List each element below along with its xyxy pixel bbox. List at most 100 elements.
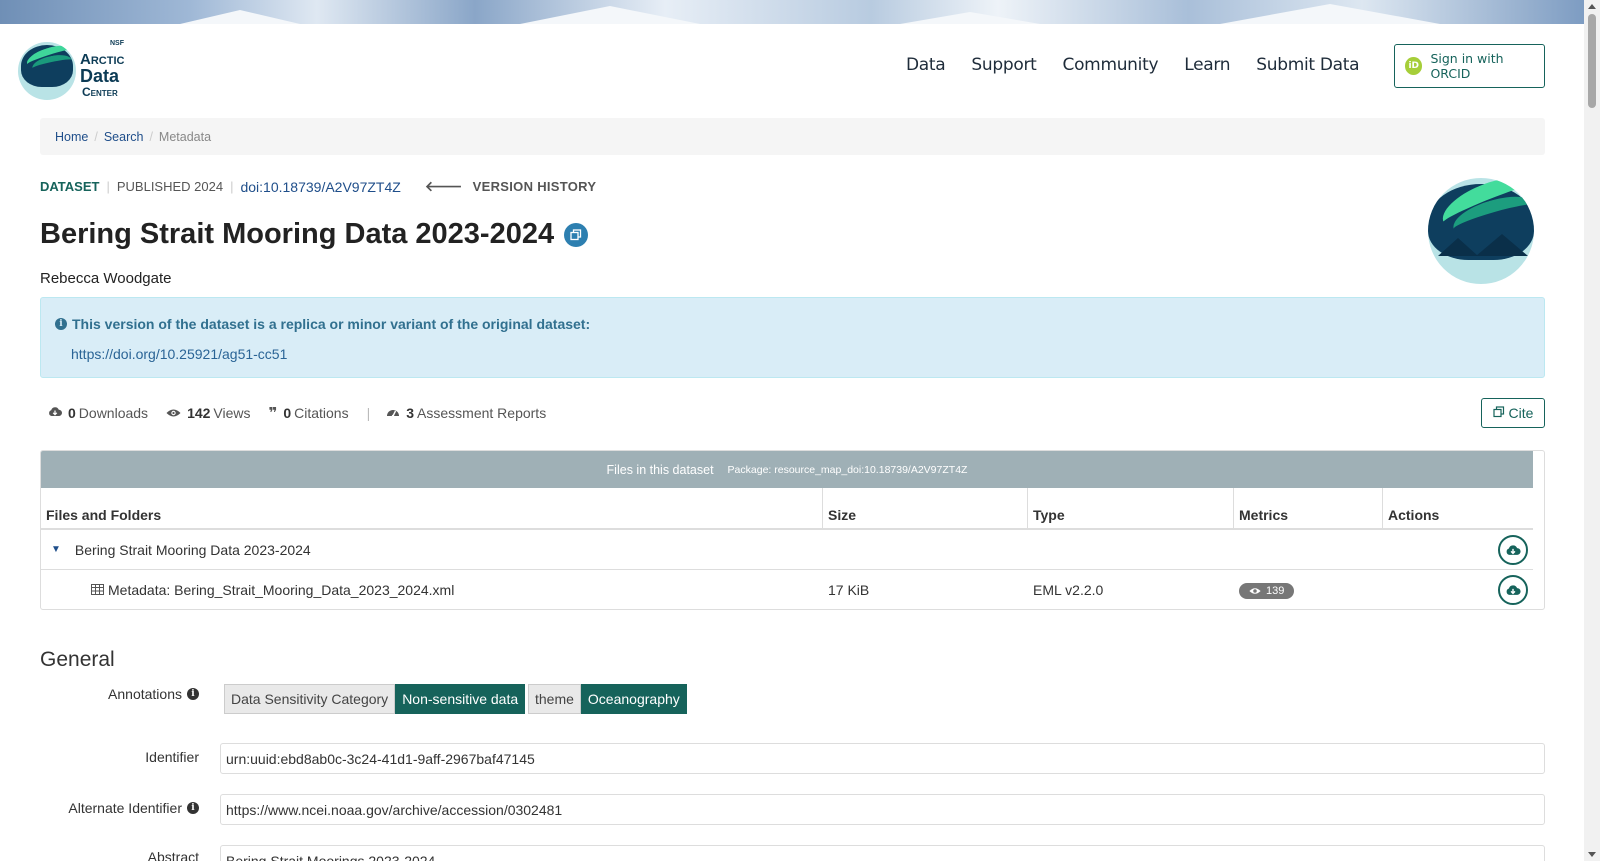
stats-divider: | xyxy=(366,405,371,421)
cloud-download-icon xyxy=(1506,544,1521,555)
info-icon[interactable]: i xyxy=(187,802,199,814)
identifier-field: urn:uuid:ebd8ab0c-3c24-41d1-9aff-2967baf… xyxy=(220,743,1545,774)
original-dataset-link[interactable]: https://doi.org/10.25921/ag51-cc51 xyxy=(71,346,287,362)
citations-label: Citations xyxy=(294,405,349,421)
cite-label: Cite xyxy=(1508,405,1534,421)
arctic-data-center-logo[interactable]: NSF Arctic Data Center xyxy=(18,38,130,100)
dataset-type-label: DATASET xyxy=(40,179,100,194)
scrollbar-thumb[interactable] xyxy=(1588,14,1596,108)
breadcrumb-search[interactable]: Search xyxy=(104,130,144,144)
logo-nsf: NSF xyxy=(110,40,124,47)
general-section-title: General xyxy=(40,648,115,671)
breadcrumb-current: Metadata xyxy=(158,129,212,144)
cloud-download-icon xyxy=(1506,584,1521,595)
folder-name: Bering Strait Mooring Data 2023-2024 xyxy=(74,541,311,558)
annotation-key: Data Sensitivity Category xyxy=(224,684,396,714)
reports-count: 3 xyxy=(406,405,415,421)
file-name: Metadata: Bering_Strait_Mooring_Data_202… xyxy=(108,582,455,598)
column-files-and-folders: Files and Folders xyxy=(41,488,823,528)
table-icon xyxy=(91,582,104,598)
alternate-identifier-field: https://www.ncei.noaa.gov/archive/access… xyxy=(220,794,1545,825)
views-badge: 139 xyxy=(1239,582,1295,599)
dataset-meta-line: DATASET | PUBLISHED 2024 | doi:10.18739/… xyxy=(40,178,596,195)
citations-count: 0 xyxy=(283,405,292,421)
files-table: Files in this dataset Package: resource_… xyxy=(40,450,1545,610)
copy-icon[interactable] xyxy=(564,222,589,247)
alternate-identifier-label-text: Alternate Identifier xyxy=(68,800,182,816)
scroll-down-icon[interactable] xyxy=(1588,852,1596,857)
published-year: PUBLISHED 2024 xyxy=(116,179,224,194)
downloads-count: 0 xyxy=(68,405,76,421)
arrow-left-icon: 🡐 xyxy=(424,178,463,194)
cloud-download-icon xyxy=(48,405,63,421)
alert-text: This version of the dataset is a replica… xyxy=(72,316,591,332)
replica-alert: i This version of the dataset is a repli… xyxy=(40,297,1545,378)
download-folder-button[interactable] xyxy=(1498,535,1528,565)
abstract-field: Bering Strait Moorings 2023-2024 xyxy=(220,845,1545,861)
logo-line-3: Center xyxy=(82,85,118,99)
breadcrumb-separator: / xyxy=(149,129,153,144)
info-icon: i xyxy=(55,318,67,330)
nav-item-support[interactable]: Support xyxy=(971,55,1036,75)
nav-item-submit-data[interactable]: Submit Data xyxy=(1256,55,1359,75)
downloads-stat: 0 Downloads xyxy=(48,405,148,421)
reports-label: Assessment Reports xyxy=(417,405,547,421)
logo-line-1: Arctic xyxy=(80,51,125,68)
alternate-identifier-label: Alternate Identifier i xyxy=(40,800,199,816)
version-history-link[interactable]: 🡐 VERSION HISTORY xyxy=(425,178,597,195)
quote-icon: ❞ xyxy=(268,405,278,422)
nav-item-learn[interactable]: Learn xyxy=(1184,55,1230,75)
dashboard-icon xyxy=(386,405,400,421)
annotation-key: theme xyxy=(528,684,581,714)
sign-in-orcid-button[interactable]: iD Sign in with ORCID xyxy=(1394,44,1545,88)
sign-in-label: Sign in with ORCID xyxy=(1430,51,1504,81)
identifier-label: Identifier xyxy=(145,749,199,765)
abstract-label: Abstract xyxy=(147,849,199,861)
file-type: EML v2.2.0 xyxy=(1033,582,1104,598)
orcid-icon: iD xyxy=(1405,57,1423,75)
table-row-folder[interactable]: ▼ Bering Strait Mooring Data 2023-2024 xyxy=(41,530,1533,570)
dataset-author[interactable]: Rebecca Woodgate xyxy=(40,270,171,287)
logo-line-2: Data xyxy=(80,66,120,86)
caret-down-icon[interactable]: ▼ xyxy=(51,544,61,555)
annotations-label: Annotations i xyxy=(60,686,199,702)
nav-item-community[interactable]: Community xyxy=(1063,55,1159,75)
version-history-label: VERSION HISTORY xyxy=(472,179,597,194)
column-metrics: Metrics xyxy=(1234,488,1383,528)
annotation-theme[interactable]: theme Oceanography xyxy=(528,684,687,714)
files-table-header: Files in this dataset Package: resource_… xyxy=(41,451,1533,488)
assessment-reports-stat[interactable]: 3 Assessment Reports xyxy=(386,405,546,421)
cite-button[interactable]: Cite xyxy=(1481,398,1545,428)
annotation-value: Non-sensitive data xyxy=(395,684,526,714)
eye-icon xyxy=(1249,587,1261,594)
annotation-sensitivity[interactable]: Data Sensitivity Category Non-sensitive … xyxy=(224,684,526,714)
info-icon[interactable]: i xyxy=(187,688,199,700)
meta-divider: | xyxy=(230,179,234,194)
header-banner-image xyxy=(0,0,1584,24)
breadcrumb-separator: / xyxy=(94,129,98,144)
page-scrollbar[interactable] xyxy=(1584,0,1600,861)
column-actions: Actions xyxy=(1388,507,1440,523)
column-size: Size xyxy=(823,488,1028,528)
aurora-logo-icon xyxy=(18,42,76,100)
views-stat: 142 Views xyxy=(166,405,251,421)
table-row-file[interactable]: Metadata: Bering_Strait_Mooring_Data_202… xyxy=(41,570,1533,609)
nav-item-data[interactable]: Data xyxy=(906,55,946,75)
package-id: Package: resource_map_doi:10.18739/A2V97… xyxy=(727,463,968,476)
site-header: NSF Arctic Data Center Data Support Comm… xyxy=(0,24,1584,116)
file-size: 17 KiB xyxy=(828,582,870,598)
files-columns: Files and Folders Size Type Metrics Acti… xyxy=(41,488,1533,530)
downloads-label: Downloads xyxy=(78,405,149,421)
files-header-title: Files in this dataset xyxy=(606,462,714,477)
scroll-up-icon[interactable] xyxy=(1588,4,1596,9)
citations-stat: ❞ 0 Citations xyxy=(269,404,349,422)
download-file-button[interactable] xyxy=(1498,575,1528,605)
file-views-count: 139 xyxy=(1266,584,1285,597)
breadcrumb-home[interactable]: Home xyxy=(55,130,88,144)
main-nav: Data Support Community Learn Submit Data xyxy=(906,55,1385,75)
dataset-stats: 0 Downloads 142 Views ❞ 0 Citations | 3 … xyxy=(48,404,564,422)
views-count: 142 xyxy=(187,405,211,421)
meta-divider: | xyxy=(106,179,110,194)
dataset-doi-link[interactable]: doi:10.18739/A2V97ZT4Z xyxy=(240,179,400,195)
dataset-title: Bering Strait Mooring Data 2023-2024 xyxy=(40,218,555,250)
